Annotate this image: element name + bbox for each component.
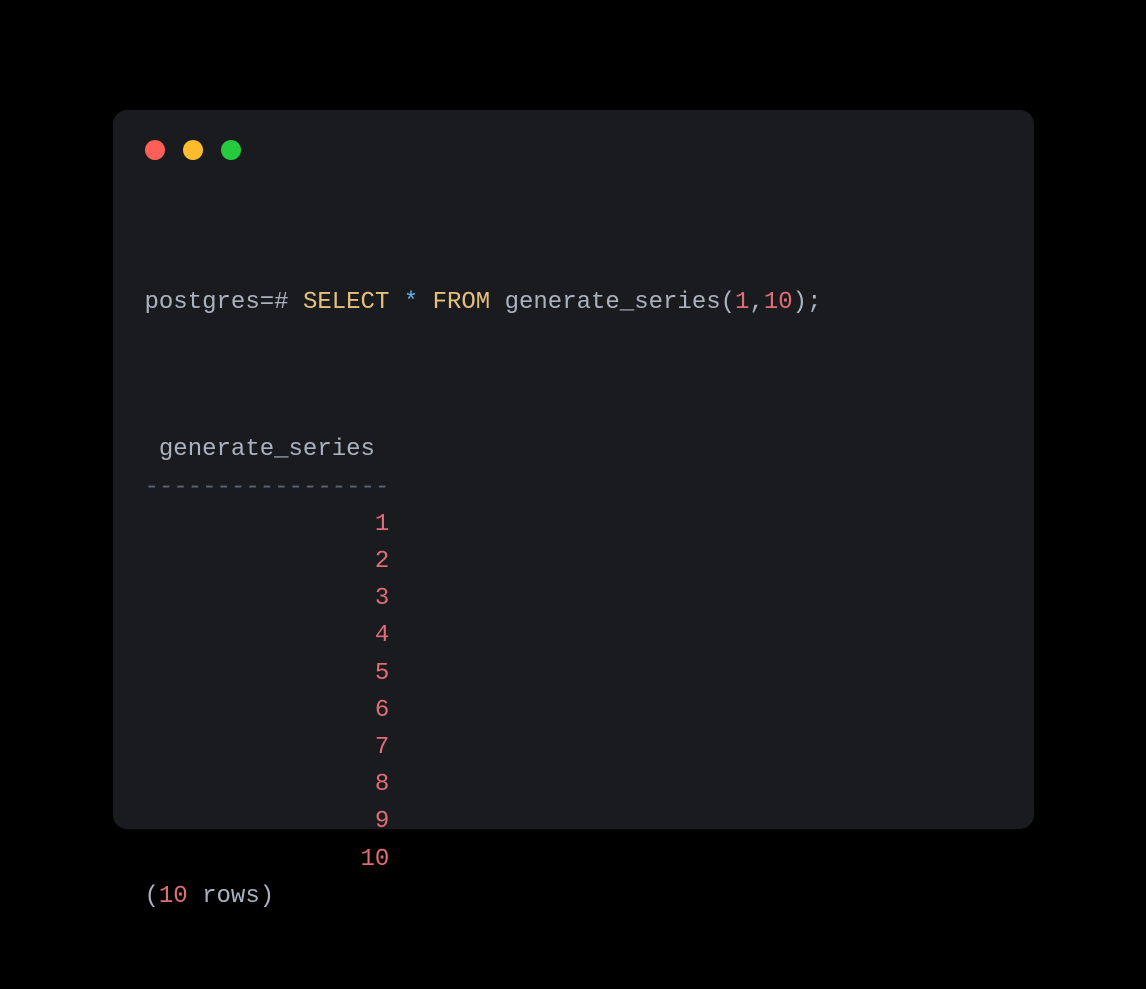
close-icon[interactable] bbox=[145, 140, 165, 160]
minimize-icon[interactable] bbox=[183, 140, 203, 160]
terminal-window: postgres=# SELECT * FROM generate_series… bbox=[113, 110, 1034, 829]
result-row: 6 bbox=[145, 692, 1002, 729]
function-name: generate_series bbox=[505, 289, 721, 316]
star-operator: * bbox=[404, 289, 418, 316]
open-paren: ( bbox=[721, 289, 735, 316]
query-results: generate_series ----------------- 123456… bbox=[145, 431, 1002, 914]
column-header: generate_series bbox=[145, 436, 390, 463]
row-count-footer: (10 rows) bbox=[145, 883, 275, 910]
result-row: 8 bbox=[145, 766, 1002, 803]
result-row: 10 bbox=[145, 841, 1002, 878]
result-row: 2 bbox=[145, 543, 1002, 580]
command-line: postgres=# SELECT * FROM generate_series… bbox=[145, 284, 1002, 321]
from-keyword: FROM bbox=[433, 289, 491, 316]
maximize-icon[interactable] bbox=[221, 140, 241, 160]
result-row: 9 bbox=[145, 803, 1002, 840]
arg1: 1 bbox=[735, 289, 749, 316]
divider-line: ----------------- bbox=[145, 474, 390, 501]
result-row: 5 bbox=[145, 655, 1002, 692]
close-paren: ) bbox=[793, 289, 807, 316]
arg2: 10 bbox=[764, 289, 793, 316]
result-row: 3 bbox=[145, 580, 1002, 617]
result-row: 7 bbox=[145, 729, 1002, 766]
comma: , bbox=[749, 289, 763, 316]
semicolon: ; bbox=[807, 289, 821, 316]
result-row: 4 bbox=[145, 617, 1002, 654]
traffic-lights bbox=[145, 140, 1002, 160]
terminal-content[interactable]: postgres=# SELECT * FROM generate_series… bbox=[145, 210, 1002, 989]
prompt: postgres=# bbox=[145, 289, 289, 316]
select-keyword: SELECT bbox=[303, 289, 389, 316]
result-row: 1 bbox=[145, 506, 1002, 543]
